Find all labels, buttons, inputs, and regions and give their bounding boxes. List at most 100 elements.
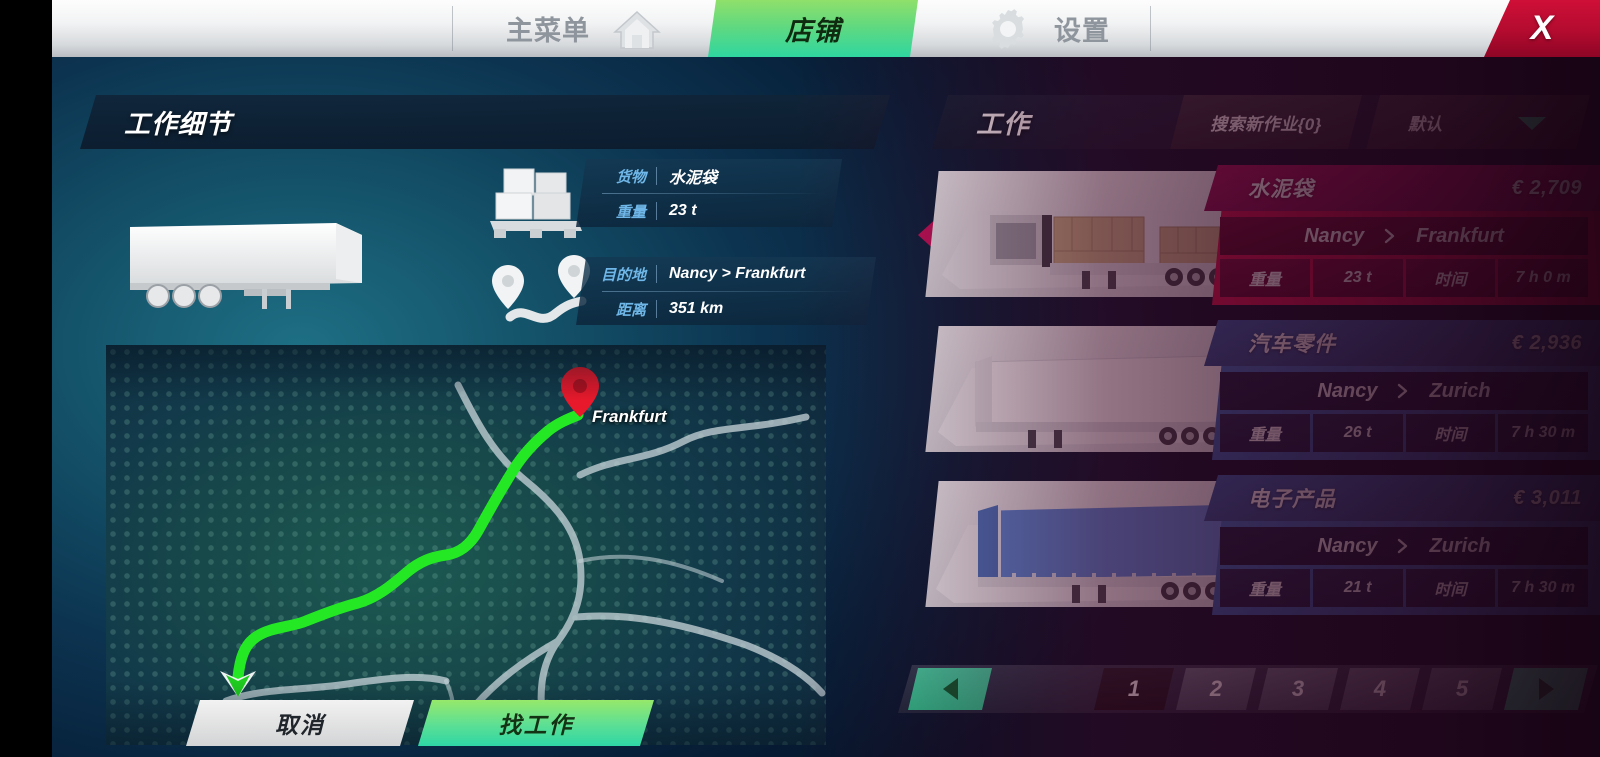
distance-label: 距离 [615, 301, 646, 319]
chevron-down-icon [1518, 117, 1546, 130]
job-card[interactable]: 水泥袋 € 2,709 Nancy Frankfurt 重量 23 t 时间 7… [1204, 165, 1600, 305]
job-row[interactable]: 电子产品 € 3,011 Nancy Zurich 重量 21 t 时间 7 h… [925, 475, 1600, 615]
jobs-panel: 工作 搜索新作业{0} 默认 水泥袋 € 2,709 Nancy Frankfu… [932, 95, 1600, 740]
divider [656, 167, 657, 185]
destination-value: Nancy > Frankfurt [669, 265, 806, 282]
job-row[interactable]: 水泥袋 € 2,709 Nancy Frankfurt 重量 23 t 时间 7… [918, 165, 1600, 305]
job-weight-label: 重量 [1220, 414, 1310, 452]
nav-item-main-menu[interactable]: 主菜单 [460, 0, 708, 57]
app-root: 工作细节 货物 水泥袋 重量 23 t 目的地 Nancy > Frankfur… [0, 0, 1600, 757]
nav-item-label: 店铺 [785, 16, 841, 46]
job-time-label: 时间 [1405, 259, 1496, 297]
job-card-title-bar: 水泥袋 € 2,709 [1204, 165, 1600, 211]
job-route-from: Nancy [1317, 534, 1378, 557]
divider [656, 202, 657, 220]
job-stats: 重量 26 t 时间 7 h 30 m [1220, 414, 1588, 452]
job-time-value: 7 h 30 m [1498, 414, 1588, 452]
job-route-to: Zurich [1429, 534, 1491, 557]
gear-icon [991, 8, 1025, 49]
job-weight-value: 21 t [1312, 569, 1403, 607]
job-row[interactable]: 汽车零件 € 2,936 Nancy Zurich 重量 26 t 时间 7 h… [925, 320, 1600, 460]
triangle-right-icon [1539, 678, 1554, 700]
pagination-page-4[interactable]: 4 [1340, 668, 1420, 710]
chevron-right-icon [1384, 228, 1395, 244]
nav-divider [452, 6, 453, 51]
destination-row: 目的地 Nancy > Frankfurt [576, 257, 876, 291]
job-stats: 重量 23 t 时间 7 h 0 m [1220, 259, 1588, 297]
nav-item-shop[interactable]: 店铺 [708, 0, 918, 57]
cargo-label: 货物 [615, 168, 646, 186]
chevron-right-icon [1398, 538, 1408, 554]
pagination-page-1[interactable]: 1 [1094, 668, 1174, 710]
job-details-body: 货物 水泥袋 重量 23 t 目的地 Nancy > Frankfurt 距离 … [106, 163, 866, 363]
job-time-value: 7 h 0 m [1498, 259, 1588, 297]
page-title: 工作细节 [124, 108, 233, 139]
job-route-to: Frankfurt [1416, 224, 1504, 247]
pagination-page-5[interactable]: 5 [1422, 668, 1502, 710]
nav-item-label: 设置 [1054, 16, 1110, 46]
divider [656, 300, 657, 318]
cancel-button[interactable]: 取消 [186, 700, 414, 746]
map-label-frankfurt: Frankfurt [592, 407, 667, 426]
job-price: € 2,709 [1511, 176, 1582, 199]
pagination-prev-button[interactable] [908, 668, 992, 710]
pagination-next-button[interactable] [1504, 668, 1588, 710]
game-stage: 工作细节 货物 水泥袋 重量 23 t 目的地 Nancy > Frankfur… [52, 0, 1600, 757]
job-time-value: 7 h 30 m [1498, 569, 1588, 607]
map-vignette [106, 345, 826, 745]
find-job-button[interactable]: 找工作 [418, 700, 654, 746]
weight-value: 23 t [669, 202, 697, 219]
job-weight-label: 重量 [1220, 259, 1310, 297]
device-bezel-left [0, 0, 52, 757]
sort-dropdown[interactable]: 默认 [1366, 95, 1590, 149]
job-card-title-bar: 汽车零件 € 2,936 [1204, 320, 1600, 366]
trailer-thumbnail [925, 326, 1239, 452]
job-stats: 重量 21 t 时间 7 h 30 m [1220, 569, 1588, 607]
divider [656, 265, 657, 283]
nav-item-settings[interactable]: 设置 [922, 0, 1172, 57]
pagination-page-3[interactable]: 3 [1258, 668, 1338, 710]
job-card[interactable]: 电子产品 € 3,011 Nancy Zurich 重量 21 t 时间 7 h… [1204, 475, 1600, 615]
job-price: € 3,011 [1513, 486, 1582, 509]
job-card[interactable]: 汽车零件 € 2,936 Nancy Zurich 重量 26 t 时间 7 h… [1204, 320, 1600, 460]
job-weight-value: 26 t [1312, 414, 1403, 452]
job-route: Nancy Zurich [1220, 372, 1588, 410]
job-name: 电子产品 [1248, 488, 1336, 511]
trailer-thumbnail [925, 171, 1239, 297]
job-card-title-bar: 电子产品 € 3,011 [1204, 475, 1600, 521]
pagination: 1 2 3 4 5 [898, 665, 1598, 713]
trailer-illustration [130, 223, 362, 309]
job-route-from: Nancy [1317, 379, 1378, 402]
destination-info-block: 目的地 Nancy > Frankfurt 距离 351 km [576, 257, 876, 325]
job-weight-value: 23 t [1312, 259, 1403, 297]
weight-label: 重量 [615, 203, 646, 221]
job-price: € 2,936 [1511, 331, 1582, 354]
job-name: 汽车零件 [1248, 333, 1336, 356]
job-route: Nancy Frankfurt [1220, 217, 1588, 255]
cargo-info-block: 货物 水泥袋 重量 23 t [576, 159, 842, 227]
job-weight-label: 重量 [1220, 569, 1310, 607]
pagination-page-2[interactable]: 2 [1176, 668, 1256, 710]
cargo-pallet-icon [490, 168, 582, 238]
sort-dropdown-label: 默认 [1408, 114, 1442, 134]
cargo-row: 货物 水泥袋 [576, 159, 842, 193]
job-details-header: 工作细节 [80, 95, 890, 149]
job-route: Nancy Zurich [1220, 527, 1588, 565]
action-buttons: 取消 找工作 [186, 700, 654, 746]
home-icon [613, 10, 661, 49]
cargo-value: 水泥袋 [669, 170, 718, 187]
nav-item-label: 主菜单 [506, 16, 590, 46]
chevron-right-icon [1398, 383, 1408, 399]
distance-row: 距离 351 km [576, 292, 876, 326]
close-button[interactable]: X [1484, 0, 1600, 57]
search-new-jobs-button[interactable]: 搜索新作业{0} [1170, 95, 1362, 149]
route-map[interactable]: Frankfurt Nancy [106, 345, 826, 745]
destination-label: 目的地 [600, 266, 646, 284]
job-name: 水泥袋 [1248, 178, 1314, 201]
jobs-title: 工作 [976, 108, 1031, 139]
job-route-from: Nancy [1304, 224, 1365, 247]
job-time-label: 时间 [1405, 569, 1496, 607]
job-route-to: Zurich [1429, 379, 1491, 402]
job-details-panel: 工作细节 货物 水泥袋 重量 23 t 目的地 Nancy > Frankfur… [66, 95, 908, 740]
weight-row: 重量 23 t [576, 194, 842, 228]
